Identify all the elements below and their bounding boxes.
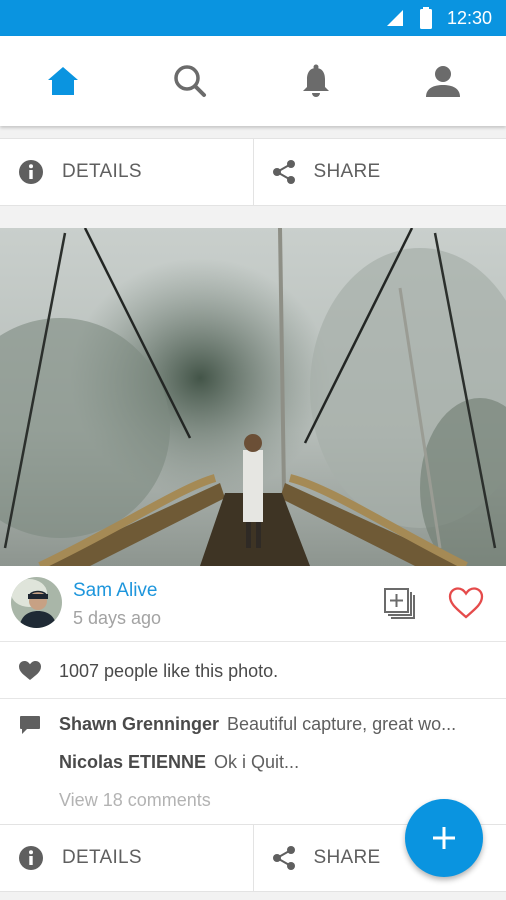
nav-home[interactable] bbox=[0, 36, 127, 126]
status-time: 12:30 bbox=[446, 7, 492, 28]
comment-text: Beautiful capture, great wo... bbox=[227, 714, 457, 734]
like-button[interactable] bbox=[447, 586, 485, 620]
comment-author[interactable]: Shawn Grenninger bbox=[59, 714, 219, 734]
comment-icon bbox=[20, 716, 40, 734]
info-icon bbox=[19, 846, 43, 870]
post-photo[interactable] bbox=[0, 228, 506, 566]
heart-icon bbox=[19, 661, 41, 680]
person-icon bbox=[425, 66, 460, 97]
info-icon bbox=[19, 160, 43, 184]
status-bar: 12:30 bbox=[0, 0, 506, 36]
comment-author[interactable]: Nicolas ETIENNE bbox=[59, 752, 206, 772]
likes-row: 1007 people like this photo. bbox=[0, 642, 506, 699]
details-button[interactable]: DETAILS bbox=[0, 825, 253, 891]
post-card: Sam Alive 5 days ago 1007 people like th… bbox=[0, 228, 506, 824]
nav-search[interactable] bbox=[127, 36, 254, 126]
details-label: DETAILS bbox=[62, 847, 142, 868]
top-navigation bbox=[0, 36, 506, 126]
share-label: SHARE bbox=[313, 847, 381, 868]
view-comments-link[interactable]: View 18 comments bbox=[59, 790, 211, 811]
post-timestamp: 5 days ago bbox=[73, 608, 162, 628]
nav-profile[interactable] bbox=[380, 36, 506, 126]
author-name[interactable]: Sam Alive bbox=[73, 580, 157, 602]
collection-add-icon bbox=[384, 588, 415, 619]
top-action-bar: DETAILS SHARE bbox=[0, 138, 506, 206]
signal-icon bbox=[386, 10, 403, 26]
search-icon bbox=[174, 65, 206, 97]
comment-item: Shawn Grenninger Beautiful capture, great… bbox=[59, 714, 456, 735]
comment-text: Ok i Quit... bbox=[214, 752, 300, 772]
nav-notifications[interactable] bbox=[253, 36, 380, 126]
details-button[interactable]: DETAILS bbox=[0, 139, 253, 205]
share-icon bbox=[272, 846, 295, 870]
likes-count-text: 1007 people like this photo. bbox=[59, 661, 279, 681]
add-to-collection-button[interactable] bbox=[383, 587, 417, 621]
battery-icon bbox=[419, 7, 432, 29]
avatar[interactable] bbox=[11, 577, 62, 628]
share-label: SHARE bbox=[313, 161, 381, 182]
post-author-row: Sam Alive 5 days ago bbox=[0, 566, 506, 642]
details-label: DETAILS bbox=[62, 161, 142, 182]
heart-outline-icon bbox=[448, 587, 484, 619]
comment-item: Nicolas ETIENNE Ok i Quit... bbox=[59, 752, 299, 773]
add-fab-button[interactable] bbox=[405, 799, 483, 877]
plus-icon bbox=[433, 827, 455, 849]
home-icon bbox=[48, 67, 79, 95]
bell-icon bbox=[303, 64, 330, 97]
share-icon bbox=[272, 160, 295, 184]
share-button[interactable]: SHARE bbox=[252, 139, 506, 205]
